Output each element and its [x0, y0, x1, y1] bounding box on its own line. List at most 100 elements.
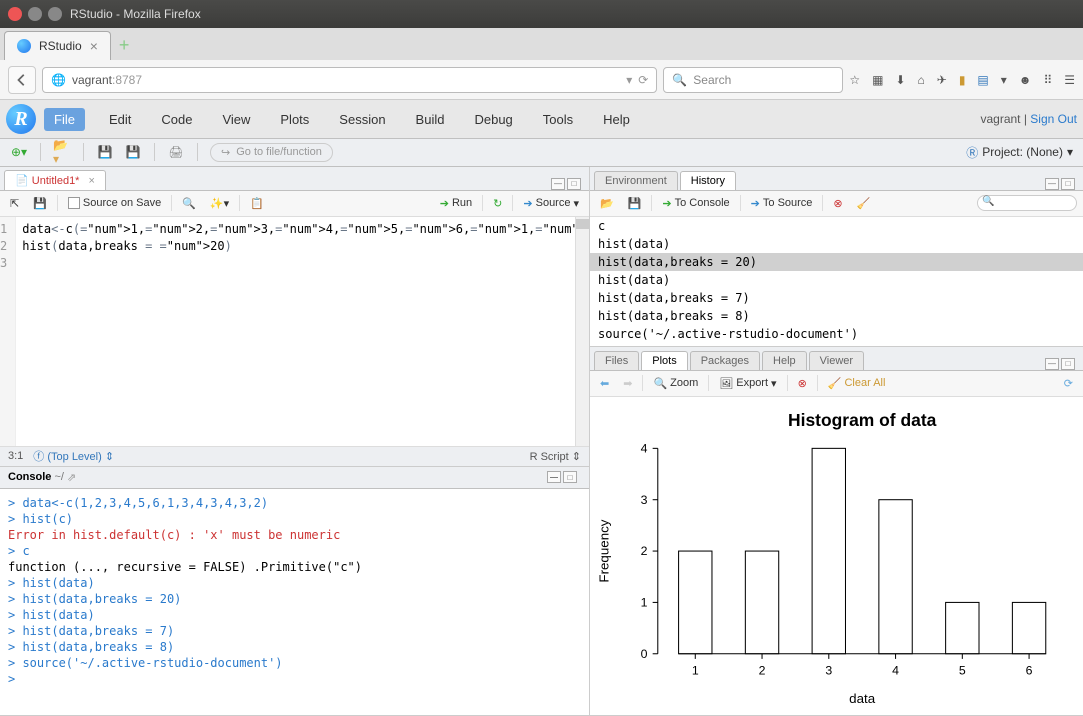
- back-button[interactable]: [8, 66, 36, 94]
- save-history-icon[interactable]: 💾: [624, 195, 646, 212]
- menu-code[interactable]: Code: [155, 108, 198, 131]
- save-all-button[interactable]: 💾: [124, 143, 142, 161]
- history-search-input[interactable]: [977, 195, 1077, 211]
- project-selector[interactable]: Ⓡ Project: (None) ▾: [966, 144, 1073, 161]
- maximize-pane-button[interactable]: □: [563, 471, 577, 483]
- minimize-pane-button[interactable]: —: [1045, 358, 1059, 370]
- new-file-button[interactable]: ⊕▾: [10, 143, 28, 161]
- tab-help[interactable]: Help: [762, 351, 807, 370]
- source-pane: 📄 Untitled1* × — □ ⇱ 💾 Source on Save: [0, 167, 589, 467]
- history-row[interactable]: hist(data,breaks = 7): [590, 289, 1083, 307]
- print-button[interactable]: 🖨: [167, 143, 185, 161]
- download-icon[interactable]: ⬇: [895, 73, 905, 87]
- history-row[interactable]: hist(data,breaks = 20): [590, 253, 1083, 271]
- source-on-save-checkbox[interactable]: Source on Save: [64, 195, 165, 211]
- menu-plots[interactable]: Plots: [274, 108, 315, 131]
- rerun-button[interactable]: ↻: [489, 195, 506, 212]
- clear-all-button[interactable]: 🧹 Clear All: [824, 375, 890, 392]
- plot-prev-button[interactable]: ⬅: [596, 375, 613, 392]
- editor-scrollbar[interactable]: [575, 217, 589, 446]
- console-title: Console: [8, 471, 51, 483]
- tab-plots[interactable]: Plots: [641, 351, 687, 370]
- maximize-pane-button[interactable]: □: [567, 178, 581, 190]
- remove-plot-icon[interactable]: ⊗: [794, 375, 811, 392]
- url-bar[interactable]: 🌐 vagrant:8787 ▾ ⟳: [42, 67, 657, 93]
- save-icon[interactable]: 💾: [29, 195, 51, 212]
- sign-out-link[interactable]: Sign Out: [1030, 112, 1077, 126]
- menu-view[interactable]: View: [216, 108, 256, 131]
- compile-icon[interactable]: 📋: [246, 195, 268, 212]
- history-row[interactable]: source('~/.active-rstudio-document'): [590, 325, 1083, 343]
- wand-icon[interactable]: ✨▾: [206, 195, 233, 212]
- menu-tools[interactable]: Tools: [537, 108, 579, 131]
- menu-file[interactable]: File: [44, 108, 85, 131]
- history-pane: Environment History — □ 📂 💾 ➔ To Console…: [590, 167, 1083, 347]
- chevron-down-icon[interactable]: ▾: [1001, 73, 1007, 87]
- menu-session[interactable]: Session: [333, 108, 391, 131]
- chat-icon[interactable]: ☻: [1019, 73, 1032, 87]
- source-button[interactable]: ➔ Source ▾: [519, 195, 583, 212]
- reload-icon[interactable]: ⟳: [638, 73, 648, 87]
- remove-history-icon[interactable]: ⊗: [829, 195, 846, 212]
- menu-help[interactable]: Help: [597, 108, 636, 131]
- pocket-icon[interactable]: ▦: [872, 73, 883, 87]
- history-list[interactable]: chist(data)hist(data,breaks = 20)hist(da…: [590, 217, 1083, 346]
- window-close-button[interactable]: [8, 7, 22, 21]
- history-row[interactable]: c: [590, 217, 1083, 235]
- console-path: ~/: [54, 471, 63, 483]
- new-tab-button[interactable]: +: [111, 31, 138, 60]
- maximize-pane-button[interactable]: □: [1061, 178, 1075, 190]
- tab-viewer[interactable]: Viewer: [809, 351, 864, 370]
- run-button[interactable]: ➔ Run: [436, 195, 476, 212]
- minimize-pane-button[interactable]: —: [1045, 178, 1059, 190]
- browser-tab[interactable]: RStudio ×: [4, 31, 111, 60]
- to-source-button[interactable]: ➔ To Source: [747, 195, 817, 212]
- window-minimize-button[interactable]: [28, 7, 42, 21]
- minimize-pane-button[interactable]: —: [551, 178, 565, 190]
- editor-tab[interactable]: 📄 Untitled1* ×: [4, 170, 106, 190]
- find-icon[interactable]: 🔍: [178, 195, 200, 212]
- window-maximize-button[interactable]: [48, 7, 62, 21]
- script-type-selector[interactable]: R Script ⇕: [530, 450, 581, 463]
- code-editor[interactable]: 123 data<-c(="num">1,="num">2,="num">3,=…: [0, 217, 589, 446]
- menu-debug[interactable]: Debug: [468, 108, 518, 131]
- to-console-button[interactable]: ➔ To Console: [658, 195, 733, 212]
- library-icon[interactable]: ▮: [959, 73, 966, 87]
- minimize-pane-button[interactable]: —: [547, 471, 561, 483]
- history-row[interactable]: hist(data,breaks = 8): [590, 307, 1083, 325]
- dropdown-icon[interactable]: ▾: [626, 73, 632, 87]
- clear-history-icon[interactable]: 🧹: [853, 195, 875, 212]
- editor-tab-close-icon[interactable]: ×: [89, 175, 95, 187]
- history-row[interactable]: hist(data): [590, 235, 1083, 253]
- tab-files[interactable]: Files: [594, 351, 639, 370]
- popout-icon[interactable]: ⇱: [6, 195, 23, 212]
- send-icon[interactable]: ✈: [937, 73, 947, 87]
- load-history-icon[interactable]: 📂: [596, 195, 618, 212]
- home-icon[interactable]: ⌂: [918, 73, 925, 87]
- robot-icon[interactable]: ▤: [977, 73, 988, 87]
- bookmark-icon[interactable]: ☆: [849, 73, 860, 87]
- goto-file-input[interactable]: ↪ Go to file/function: [210, 143, 333, 162]
- history-row[interactable]: hist(data): [590, 271, 1083, 289]
- menu-icon[interactable]: ☰: [1064, 73, 1075, 87]
- tab-close-icon[interactable]: ×: [90, 38, 98, 54]
- plot-next-button[interactable]: ➡: [619, 375, 636, 392]
- console-output[interactable]: > data<-c(1,2,3,4,5,6,1,3,4,3,4,3,2)> hi…: [0, 489, 589, 715]
- open-file-button[interactable]: 📂▾: [53, 143, 71, 161]
- scope-selector[interactable]: ⓕ (Top Level) ⇕: [33, 448, 114, 464]
- save-button[interactable]: 💾: [96, 143, 114, 161]
- menu-build[interactable]: Build: [410, 108, 451, 131]
- zoom-label: Zoom: [670, 377, 698, 389]
- drag-icon[interactable]: ⠿: [1043, 73, 1052, 87]
- menu-edit[interactable]: Edit: [103, 108, 137, 131]
- export-button[interactable]: 🖼 Export▾: [715, 375, 780, 392]
- tab-packages[interactable]: Packages: [690, 351, 760, 370]
- tab-history[interactable]: History: [680, 171, 736, 190]
- zoom-button[interactable]: 🔍 Zoom: [649, 375, 702, 392]
- editor-statusbar: 3:1 ⓕ (Top Level) ⇕ R Script ⇕: [0, 446, 589, 466]
- console-clear-icon[interactable]: ⇗: [67, 471, 76, 484]
- maximize-pane-button[interactable]: □: [1061, 358, 1075, 370]
- search-bar[interactable]: 🔍 Search: [663, 67, 843, 93]
- refresh-plot-icon[interactable]: ⟳: [1060, 375, 1077, 392]
- tab-environment[interactable]: Environment: [594, 171, 678, 190]
